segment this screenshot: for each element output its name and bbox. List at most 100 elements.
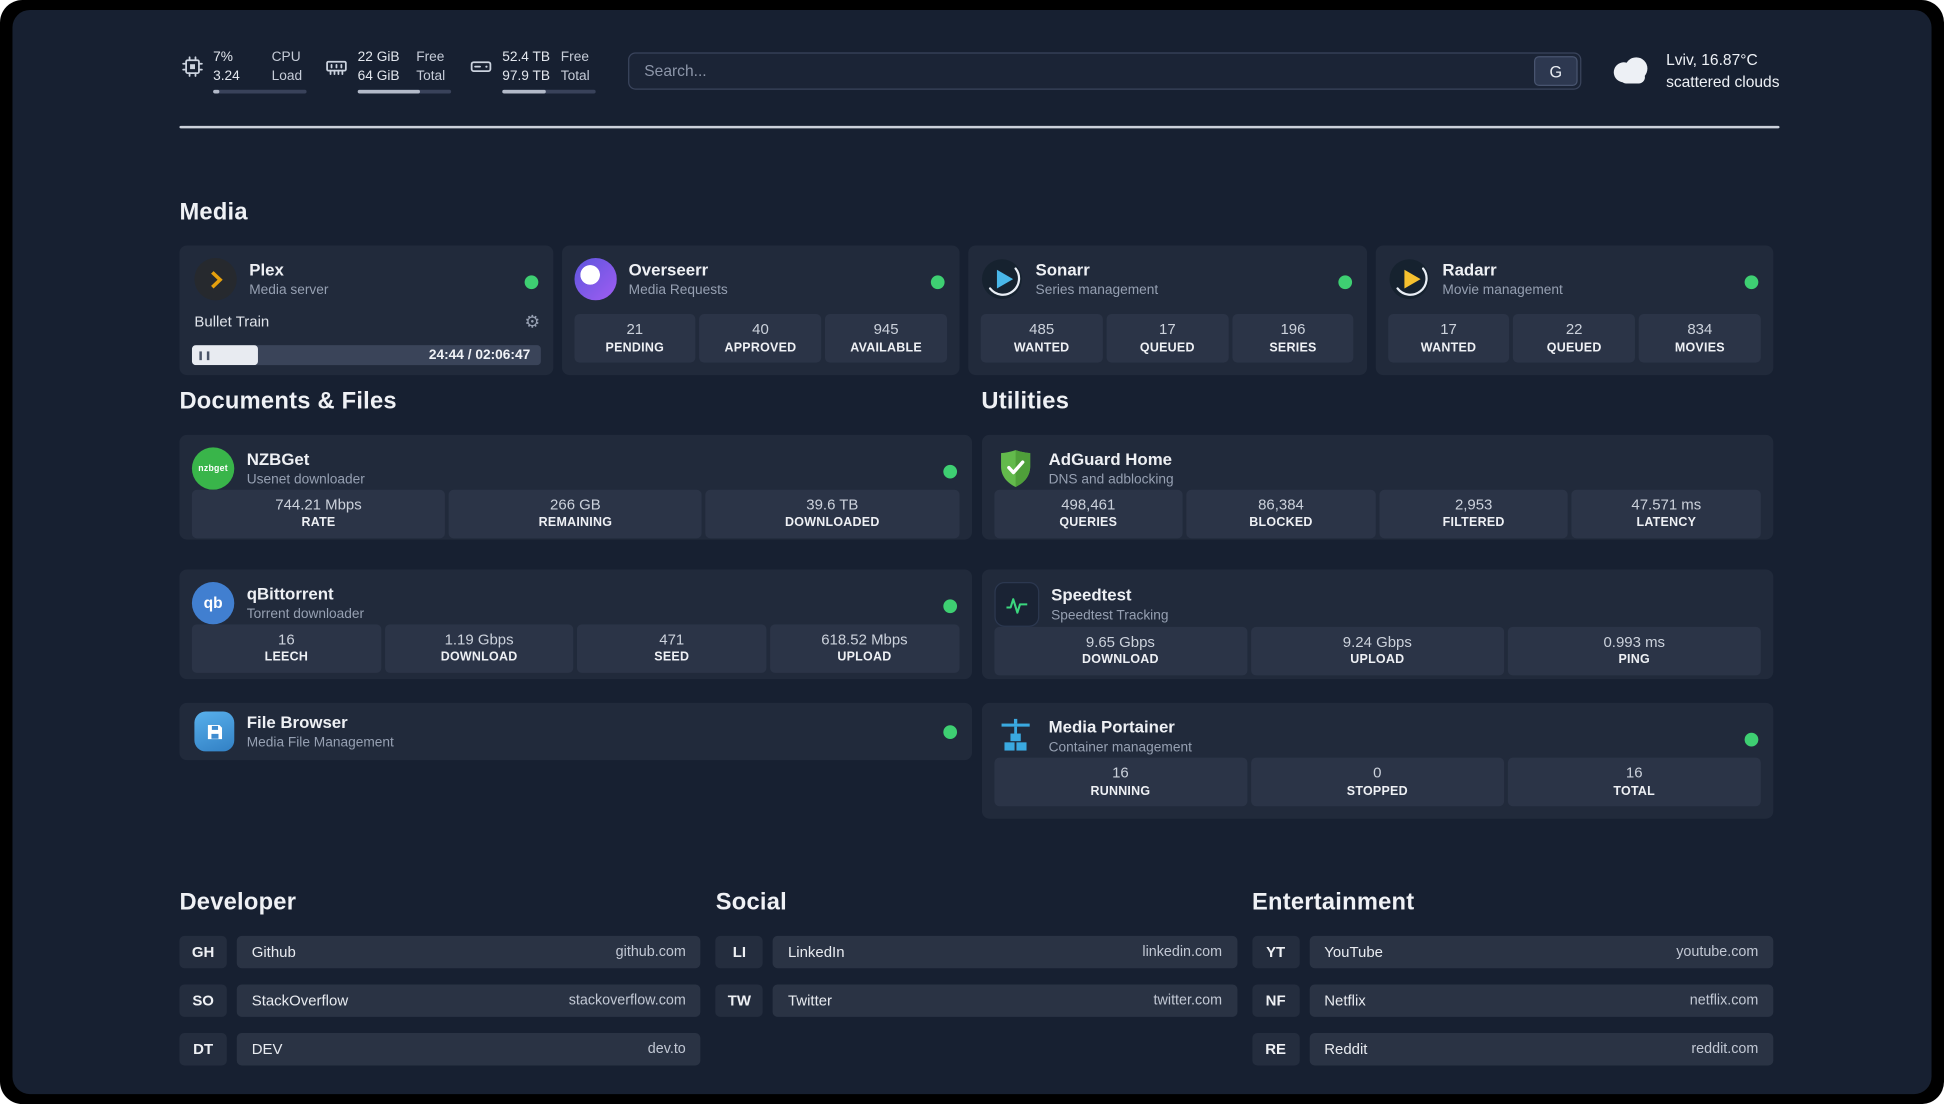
stat-label: REMAINING (538, 516, 613, 530)
stat-tile: 22 QUEUED (1513, 314, 1636, 363)
stat-label: MOVIES (1674, 340, 1725, 355)
dashboard-panel: 7% 3.24 CPU Load 22 GiB 64 GiB Free Tota… (12, 9, 1932, 1095)
section-utilities: Utilities AdGuard Home DNS and adblockin… (981, 386, 1774, 819)
search-engine-button[interactable]: G (1533, 56, 1578, 86)
link-icon-reddit[interactable]: RE (1251, 1033, 1300, 1066)
stat-label: AVAILABLE (850, 340, 922, 355)
link-url: youtube.com (1676, 944, 1759, 960)
ram-usage-bar (357, 89, 452, 94)
portainer-icon (994, 715, 1036, 757)
cpu-usage-bar (213, 89, 307, 94)
link-netflix[interactable]: Netflix netflix.com (1309, 984, 1774, 1017)
filebrowser-icon (194, 711, 235, 752)
link-row: TW Twitter twitter.com (715, 984, 1238, 1017)
link-url: netflix.com (1689, 993, 1759, 1009)
app-card-speedtest[interactable]: Speedtest Speedtest Tracking 9.65 Gbps D… (981, 569, 1774, 680)
stat-value: 16 (1112, 764, 1129, 782)
stat-tile: 9.65 Gbps DOWNLOAD (993, 626, 1247, 676)
stat-label: SEED (654, 650, 690, 665)
weather-widget: Lviv, 16.87°C scattered clouds (1609, 48, 1780, 93)
stats-row: 17 WANTED 22 QUEUED 834 MOVIES (1387, 314, 1761, 363)
stat-tile: 16 LEECH (191, 624, 381, 673)
stat-label: LEECH (264, 650, 309, 665)
stat-value: 40 (752, 320, 769, 339)
link-twitter[interactable]: Twitter twitter.com (773, 984, 1238, 1017)
stat-label: DOWNLOAD (1082, 653, 1159, 667)
app-name: Media Portainer (1048, 717, 1175, 737)
app-card-sonarr[interactable]: Sonarr Series management 485 WANTED 17 Q… (968, 245, 1367, 376)
link-name: DEV (251, 1040, 283, 1058)
stat-tile: 2,953 FILTERED (1379, 489, 1569, 538)
disk-usage-bar (502, 89, 596, 94)
link-url: dev.to (647, 1041, 686, 1057)
search-box: G (628, 52, 1582, 90)
stat-tile: 266 GB REMAINING (448, 489, 703, 538)
link-dev[interactable]: DEV dev.to (236, 1033, 701, 1066)
link-icon-netflix[interactable]: NF (1251, 984, 1300, 1017)
link-row: SO StackOverflow stackoverflow.com (179, 984, 701, 1017)
pause-icon[interactable] (199, 345, 210, 365)
app-card-radarr[interactable]: Radarr Movie management 17 WANTED 22 QUE… (1375, 245, 1774, 376)
stat-value: 0 (1373, 764, 1382, 782)
disk-total-value: 97.9 TB (502, 67, 550, 83)
stats-row: 16 RUNNING 0 STOPPED 16 TOTAL (993, 758, 1761, 807)
link-icon-dev[interactable]: DT (179, 1033, 227, 1066)
disk-icon (469, 55, 494, 79)
app-card-filebrowser[interactable]: File Browser Media File Management (179, 702, 972, 761)
app-card-adguard[interactable]: AdGuard Home DNS and adblocking 498,461 … (981, 434, 1774, 540)
search-input[interactable] (628, 52, 1582, 90)
stats-row: 485 WANTED 17 QUEUED 196 SERIES (980, 314, 1354, 363)
link-icon-twitter[interactable]: TW (715, 984, 764, 1017)
stat-tile: 39.6 TB DOWNLOADED (705, 489, 959, 538)
link-stackoverflow[interactable]: StackOverflow stackoverflow.com (236, 984, 701, 1017)
link-sections: Developer GH Github github.com SO StackO… (179, 887, 1774, 1081)
stat-tile: 86,384 BLOCKED (1186, 489, 1376, 538)
stat-tile: 16 RUNNING (993, 758, 1247, 807)
app-card-plex[interactable]: Plex Media server Bullet Train ⚙ 24:44 /… (179, 245, 553, 376)
stat-value: 1.19 Gbps (444, 630, 514, 649)
app-card-qbittorrent[interactable]: qb qBittorrent Torrent downloader 16 LEE… (179, 569, 972, 680)
stat-label: TOTAL (1613, 784, 1656, 799)
app-subtitle: Media server (249, 282, 329, 298)
link-youtube[interactable]: YouTube youtube.com (1309, 935, 1774, 969)
app-card-overseerr[interactable]: Overseerr Media Requests 21 PENDING 40 A… (561, 245, 960, 376)
app-name: NZBGet (246, 449, 310, 469)
link-row: GH Github github.com (179, 935, 701, 969)
link-icon-github[interactable]: GH (179, 935, 227, 969)
stat-label: BLOCKED (1249, 516, 1313, 530)
qbittorrent-icon: qb (191, 581, 235, 625)
app-card-portainer[interactable]: Media Portainer Container management 16 … (981, 702, 1774, 819)
link-github[interactable]: Github github.com (236, 935, 701, 969)
disk-free-label: Free (560, 49, 589, 65)
stat-tile: 9.24 Gbps UPLOAD (1250, 626, 1504, 676)
stat-value: 498,461 (1061, 495, 1116, 514)
section-title-utilities: Utilities (981, 388, 1070, 415)
stats-row: 16 LEECH 1.19 Gbps DOWNLOAD 471 SEED 618… (191, 624, 959, 673)
link-url: reddit.com (1691, 1041, 1759, 1057)
stat-value: 945 (873, 320, 899, 339)
link-icon-linkedin[interactable]: LI (715, 935, 764, 969)
stat-tile: 485 WANTED (980, 314, 1103, 363)
status-dot (524, 275, 538, 290)
stat-value: 17 (1440, 320, 1457, 339)
stat-value: 834 (1687, 320, 1713, 339)
app-name: File Browser (246, 712, 348, 732)
link-linkedin[interactable]: LinkedIn linkedin.com (773, 935, 1238, 969)
stat-tile: 498,461 QUERIES (993, 489, 1183, 538)
app-card-nzbget[interactable]: nzbget NZBGet Usenet downloader 744.21 M… (179, 434, 972, 540)
gear-icon[interactable]: ⚙ (525, 313, 541, 330)
section-title-documents: Documents & Files (179, 388, 397, 415)
app-name: Radarr (1442, 260, 1497, 280)
stat-label: FILTERED (1442, 516, 1505, 530)
section-social: Social LI LinkedIn linkedin.com TW Twitt… (715, 887, 1238, 1081)
section-media: Media Plex Media server Bullet Train ⚙ 2… (179, 197, 1774, 376)
link-icon-stackoverflow[interactable]: SO (179, 984, 227, 1017)
cloud-icon (1609, 52, 1654, 91)
stat-tile: 196 SERIES (1232, 314, 1354, 363)
stat-label: APPROVED (724, 340, 797, 355)
link-reddit[interactable]: Reddit reddit.com (1309, 1033, 1774, 1066)
link-icon-youtube[interactable]: YT (1251, 935, 1300, 969)
section-title-social: Social (715, 889, 787, 916)
adguard-icon (994, 447, 1036, 489)
system-monitors: 7% 3.24 CPU Load 22 GiB 64 GiB Free Tota… (179, 49, 596, 94)
